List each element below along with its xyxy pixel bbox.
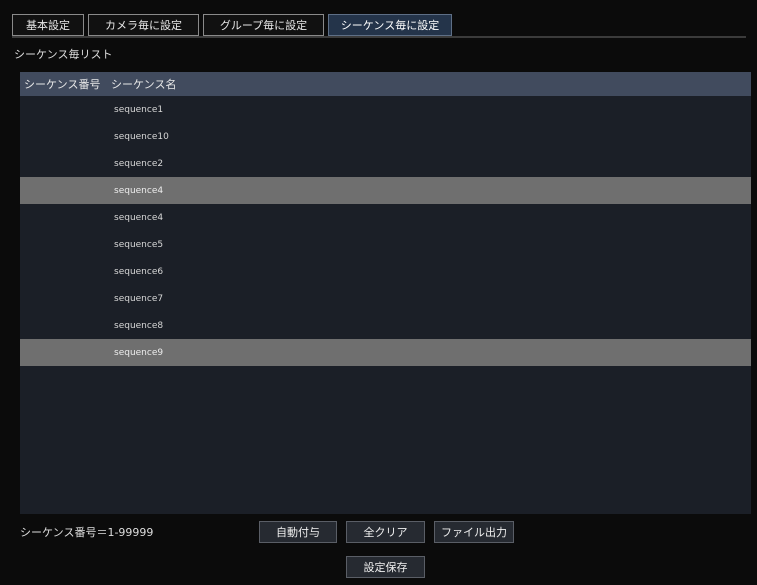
tab-bar: 基本設定 カメラ毎に設定 グループ毎に設定 シーケンス毎に設定 [12,14,452,36]
clear-all-button[interactable]: 全クリア [346,521,425,543]
tab-sequence-settings[interactable]: シーケンス毎に設定 [328,14,452,36]
table-row[interactable]: sequence10 [20,123,751,150]
table-row[interactable]: sequence4 [20,204,751,231]
sequence-name-cell: sequence6 [114,266,164,277]
tab-basic-settings[interactable]: 基本設定 [12,14,84,36]
list-title: シーケンス毎リスト [14,48,113,61]
table-row[interactable]: sequence2 [20,150,751,177]
tab-camera-settings[interactable]: カメラ毎に設定 [88,14,199,36]
sequence-name-cell: sequence1 [114,104,164,115]
tab-divider [12,36,746,38]
sequence-table: シーケンス番号 シーケンス名 sequence1 sequence10 sequen… [20,72,751,514]
column-header-number: シーケンス番号 [24,78,101,91]
sequence-name-cell: sequence8 [114,320,164,331]
auto-number-button[interactable]: 自動付与 [259,521,337,543]
file-export-button[interactable]: ファイル出力 [434,521,514,543]
table-header: シーケンス番号 シーケンス名 [20,72,751,96]
table-row[interactable]: sequence7 [20,285,751,312]
table-row[interactable]: sequence6 [20,258,751,285]
table-row[interactable]: sequence8 [20,312,751,339]
sequence-name-cell: sequence10 [114,131,169,142]
tab-group-settings[interactable]: グループ毎に設定 [203,14,324,36]
table-row[interactable]: sequence5 [20,231,751,258]
table-row[interactable]: sequence1 [20,96,751,123]
sequence-name-cell: sequence5 [114,239,164,250]
table-body: sequence1 sequence10 sequence2 sequence4 seq… [20,96,751,366]
sequence-name-cell: sequence4 [114,212,164,223]
column-header-name: シーケンス名 [111,78,177,91]
sequence-name-cell: sequence2 [114,158,164,169]
sequence-count-range: シーケンス番号＝1-99999 [20,526,154,539]
table-row[interactable]: sequence9 [20,339,751,366]
table-row[interactable]: sequence4 [20,177,751,204]
sequence-name-cell: sequence4 [114,185,164,196]
sequence-name-cell: sequence7 [114,293,164,304]
sequence-name-cell: sequence9 [114,347,164,358]
save-settings-button[interactable]: 設定保存 [346,556,425,578]
